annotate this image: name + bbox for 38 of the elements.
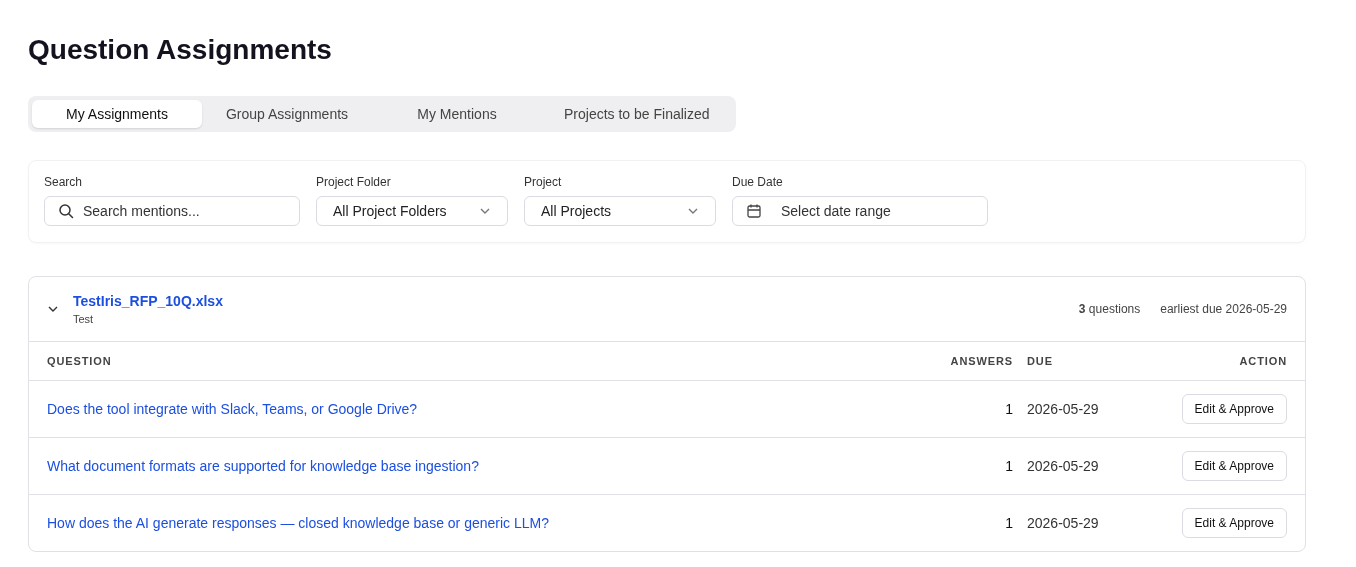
search-field[interactable]: Search mentions... [44,196,300,226]
answer-count: 1 [1004,458,1013,474]
due-date: 2026-05-29 [1026,515,1100,531]
edit-approve-button[interactable]: Edit & Approve [1181,508,1287,538]
filter-label: Due Date [732,175,784,189]
column-header: QUESTION [47,355,113,367]
tab[interactable]: My Assignments [32,100,202,128]
calendar-icon [746,203,762,219]
chevron-down-icon [47,305,59,313]
question-link[interactable]: What document formats are supported for knowledge base ingestion? [47,458,479,474]
page-title: Question Assignments [28,34,333,66]
filter-label: Search [44,175,84,189]
answer-count: 1 [1004,515,1013,531]
tab[interactable]: Projects to be Finalized [542,100,732,128]
edit-approve-button[interactable]: Edit & Approve [1181,394,1287,424]
earliest-due: earliest due 2026-05-29 [1160,302,1287,316]
file-link[interactable]: TestIris_RFP_10Q.xlsx [73,293,223,309]
tab[interactable]: My Mentions [372,100,542,128]
question-link[interactable]: How does the AI generate responses — closed knowledge base or generic LLM? [47,515,549,531]
question-link[interactable]: Does the tool integrate with Slack, Teams, or Google Drive? [47,401,418,417]
filter-label: Project [524,175,563,189]
tab[interactable]: Group Assignments [202,100,372,128]
due-date: 2026-05-29 [1026,401,1100,417]
chevron-down-icon [687,207,699,215]
column-header: ANSWERS [949,355,1013,367]
filter-label: Project Folder [316,175,392,189]
answer-count: 1 [1004,401,1013,417]
dropdown[interactable]: All Project Folders [316,196,508,226]
project-name: Test [73,313,95,325]
edit-approve-button[interactable]: Edit & Approve [1181,451,1287,481]
question-count: 3 questions [1078,302,1141,316]
date-range-field[interactable]: Select date range [732,196,988,226]
due-date: 2026-05-29 [1026,458,1100,474]
dropdown[interactable]: All Projects [524,196,716,226]
search-icon [58,203,74,219]
column-header: DUE [1026,355,1054,367]
column-header: ACTION [1238,355,1287,367]
chevron-down-icon [479,207,491,215]
